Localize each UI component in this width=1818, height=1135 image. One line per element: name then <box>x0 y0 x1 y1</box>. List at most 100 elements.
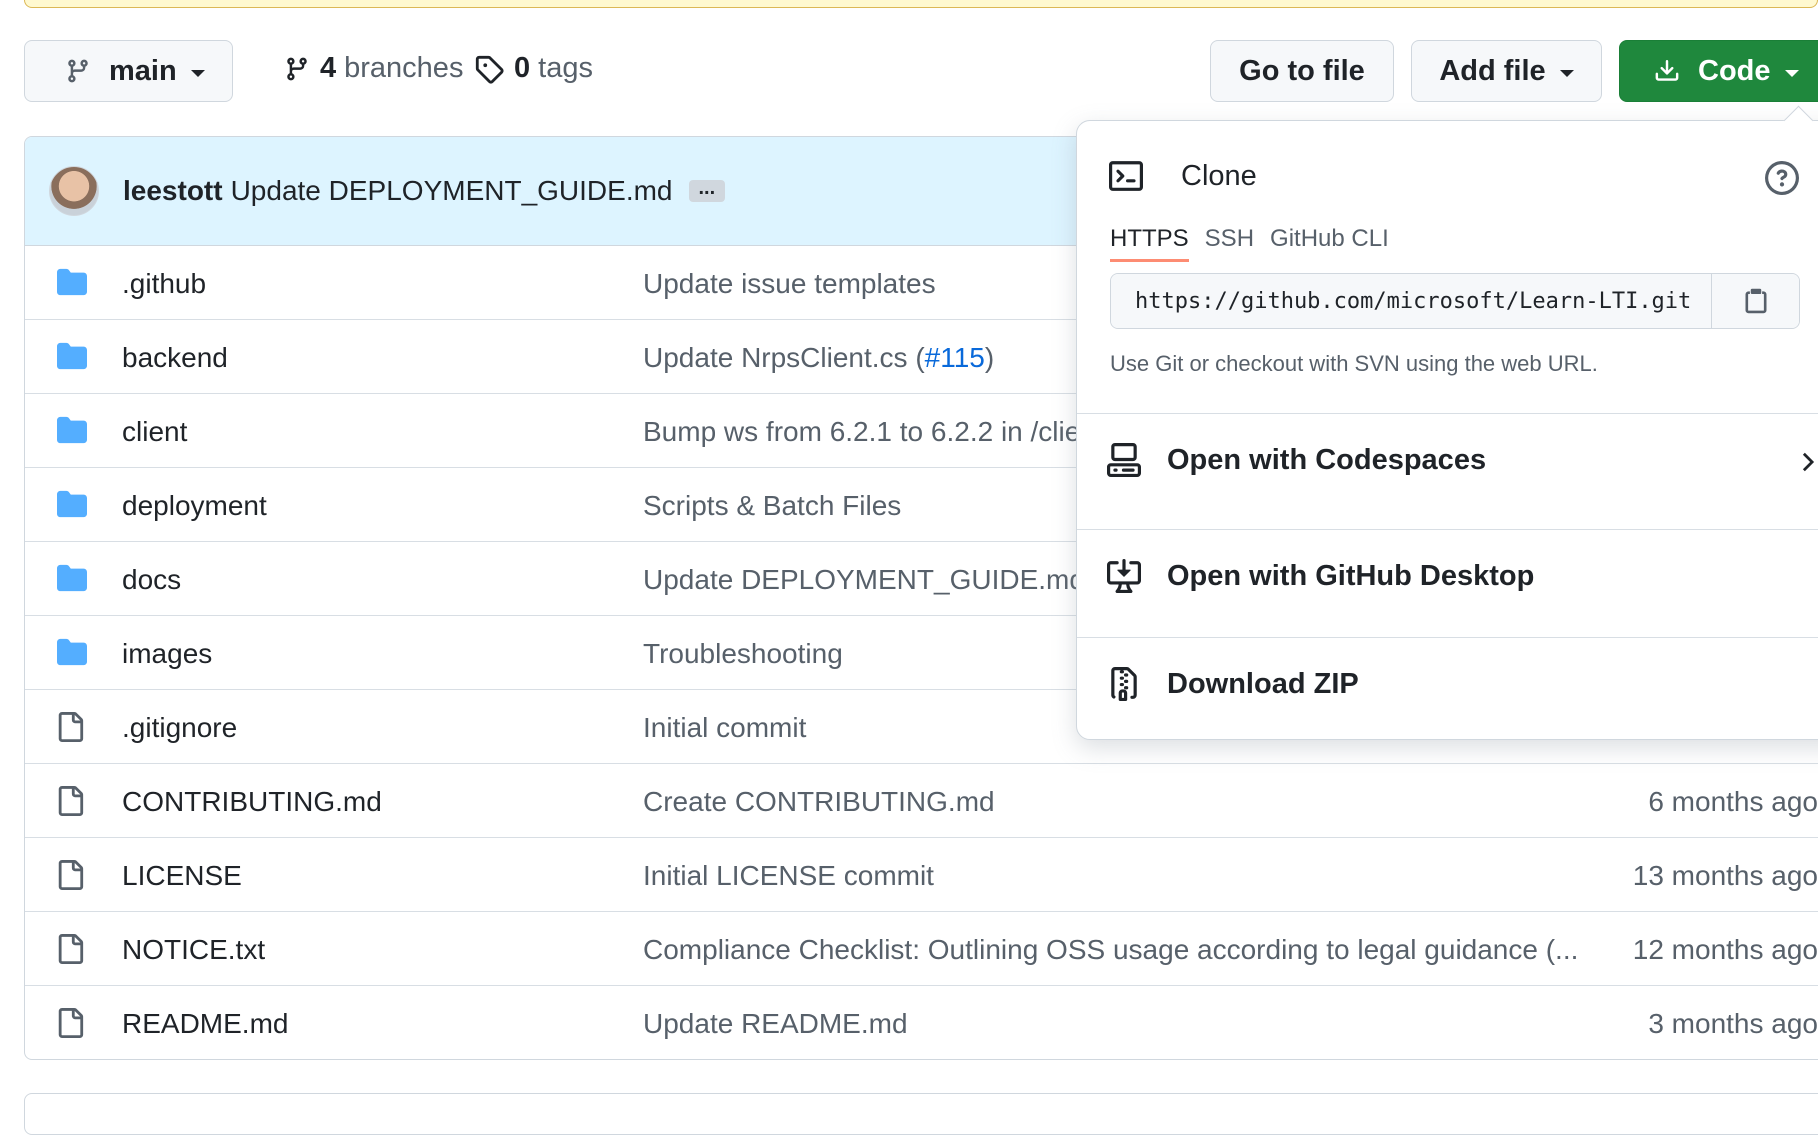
commit-message-text: Create CONTRIBUTING.md <box>643 786 995 817</box>
divider <box>1077 637 1818 638</box>
folder-icon <box>55 563 89 600</box>
caret-down-icon <box>1559 69 1574 77</box>
add-file-button[interactable]: Add file <box>1411 40 1602 102</box>
folder-icon <box>55 267 89 304</box>
code-button[interactable]: Code <box>1619 40 1818 102</box>
file-name-link[interactable]: backend <box>122 342 228 374</box>
download-zip-item[interactable]: Download ZIP <box>1077 639 1818 729</box>
file-name-link[interactable]: NOTICE.txt <box>122 934 265 966</box>
branches-link[interactable]: 4 branches <box>284 52 463 85</box>
go-to-file-button[interactable]: Go to file <box>1210 40 1394 102</box>
branches-label: branches <box>344 52 464 84</box>
file-icon <box>55 1007 85 1046</box>
clone-url-input[interactable] <box>1111 274 1712 328</box>
tags-link[interactable]: 0 tags <box>474 52 593 85</box>
commit-age: 3 months ago <box>1648 1008 1818 1039</box>
download-zip-label: Download ZIP <box>1167 667 1359 700</box>
commit-message-link[interactable]: Update NrpsClient.cs (#115) <box>643 342 994 374</box>
commit-message-link[interactable]: Update README.md <box>643 1008 908 1040</box>
copy-icon <box>1745 288 1767 314</box>
file-name-link[interactable]: deployment <box>122 490 267 522</box>
divider <box>1077 529 1818 530</box>
clone-title: Clone <box>1181 159 1257 192</box>
commit-message[interactable]: Update DEPLOYMENT_GUIDE.md <box>231 175 673 207</box>
file-name-link[interactable]: CONTRIBUTING.md <box>122 786 382 818</box>
commit-message-link[interactable]: Scripts & Batch Files <box>643 490 901 522</box>
commit-age: 12 months ago <box>1632 934 1818 965</box>
caret-down-icon <box>190 69 205 77</box>
file-name-link[interactable]: .github <box>122 268 206 300</box>
folder-icon <box>55 489 89 526</box>
desktop-download-icon <box>1107 559 1141 593</box>
file-name-link[interactable]: README.md <box>122 1008 288 1040</box>
question-icon[interactable] <box>1765 161 1799 195</box>
clone-hint: Use Git or checkout with SVN using the w… <box>1110 351 1598 376</box>
copy-url-button[interactable] <box>1711 274 1799 328</box>
commit-message-link[interactable]: Create CONTRIBUTING.md <box>643 786 995 818</box>
commit-message-link[interactable]: Troubleshooting <box>643 638 843 670</box>
tag-icon <box>475 55 504 84</box>
commit-message-text: Troubleshooting <box>643 638 843 669</box>
branch-select-button[interactable]: main <box>24 40 233 102</box>
table-row[interactable]: LICENSE Initial LICENSE commit 13 months a… <box>25 838 1818 912</box>
file-icon <box>55 711 85 750</box>
file-name-link[interactable]: LICENSE <box>122 860 242 892</box>
terminal-icon <box>1109 161 1143 191</box>
file-name-link[interactable]: images <box>122 638 212 670</box>
tab-github-cli[interactable]: GitHub CLI <box>1270 225 1389 262</box>
git-branch-icon <box>287 57 307 80</box>
commit-message-text: Update README.md <box>643 1008 908 1039</box>
open-codespaces-item[interactable]: Open with Codespaces <box>1077 415 1818 505</box>
commit-message-text: Update NrpsClient.cs ( <box>643 342 925 373</box>
commit-author[interactable]: leestott <box>123 175 223 207</box>
download-icon <box>1655 60 1679 81</box>
commit-message-link[interactable]: Initial commit <box>643 712 806 744</box>
open-github-desktop-item[interactable]: Open with GitHub Desktop <box>1077 531 1818 621</box>
commit-message-text: Initial commit <box>643 712 807 743</box>
commit-message-text: Initial LICENSE commit <box>643 860 934 891</box>
divider <box>1077 413 1818 414</box>
commit-age: 13 months ago <box>1632 860 1818 891</box>
folder-icon <box>55 415 89 452</box>
file-icon <box>55 933 85 972</box>
commit-message-link[interactable]: Update issue templates <box>643 268 936 300</box>
tab-https[interactable]: HTTPS <box>1110 225 1189 262</box>
file-icon <box>55 859 85 898</box>
chevron-right-icon <box>1802 452 1815 472</box>
pull-request-link[interactable]: #115 <box>925 342 985 373</box>
add-file-label: Add file <box>1439 54 1546 87</box>
readme-box-edge <box>24 1093 1818 1135</box>
table-row[interactable]: NOTICE.txt Compliance Checklist: Outlinin… <box>25 912 1818 986</box>
commit-message-suffix: ) <box>984 342 995 373</box>
commit-message-text: Update DEPLOYMENT_GUIDE.md <box>643 564 1085 595</box>
tab-ssh[interactable]: SSH <box>1205 225 1254 262</box>
clone-url-box <box>1110 273 1800 329</box>
codespaces-icon <box>1107 443 1141 477</box>
code-label: Code <box>1698 54 1771 87</box>
table-row[interactable]: README.md Update README.md 3 months ago <box>25 986 1818 1059</box>
tags-label: tags <box>538 52 593 84</box>
file-name-link[interactable]: client <box>122 416 187 448</box>
tags-count: 0 <box>514 52 531 84</box>
folder-icon <box>55 341 89 378</box>
file-name-link[interactable]: docs <box>122 564 181 596</box>
commit-message-link[interactable]: Update DEPLOYMENT_GUIDE.md <box>643 564 1085 596</box>
open-github-desktop-label: Open with GitHub Desktop <box>1167 559 1535 592</box>
clone-header: Clone <box>1109 159 1257 193</box>
file-name-link[interactable]: .gitignore <box>122 712 237 744</box>
branch-name: main <box>109 54 177 87</box>
expand-commit-button[interactable]: ... <box>688 178 726 202</box>
clone-tabs: HTTPS SSH GitHub CLI <box>1110 225 1405 262</box>
git-branch-icon <box>68 59 88 83</box>
table-row[interactable]: CONTRIBUTING.md Create CONTRIBUTING.md 6 m… <box>25 764 1818 838</box>
branches-count: 4 <box>320 52 337 84</box>
commit-message-text: Bump ws from 6.2.1 to 6.2.2 in /clie <box>643 416 1081 447</box>
open-codespaces-label: Open with Codespaces <box>1167 443 1487 476</box>
commit-age: 6 months ago <box>1648 786 1818 817</box>
file-icon <box>55 785 85 824</box>
avatar[interactable] <box>49 166 99 216</box>
commit-message-link[interactable]: Bump ws from 6.2.1 to 6.2.2 in /clie <box>643 416 1080 448</box>
file-zip-icon <box>1111 667 1137 701</box>
caret-down-icon <box>1784 69 1799 77</box>
commit-message-link[interactable]: Initial LICENSE commit <box>643 860 934 892</box>
